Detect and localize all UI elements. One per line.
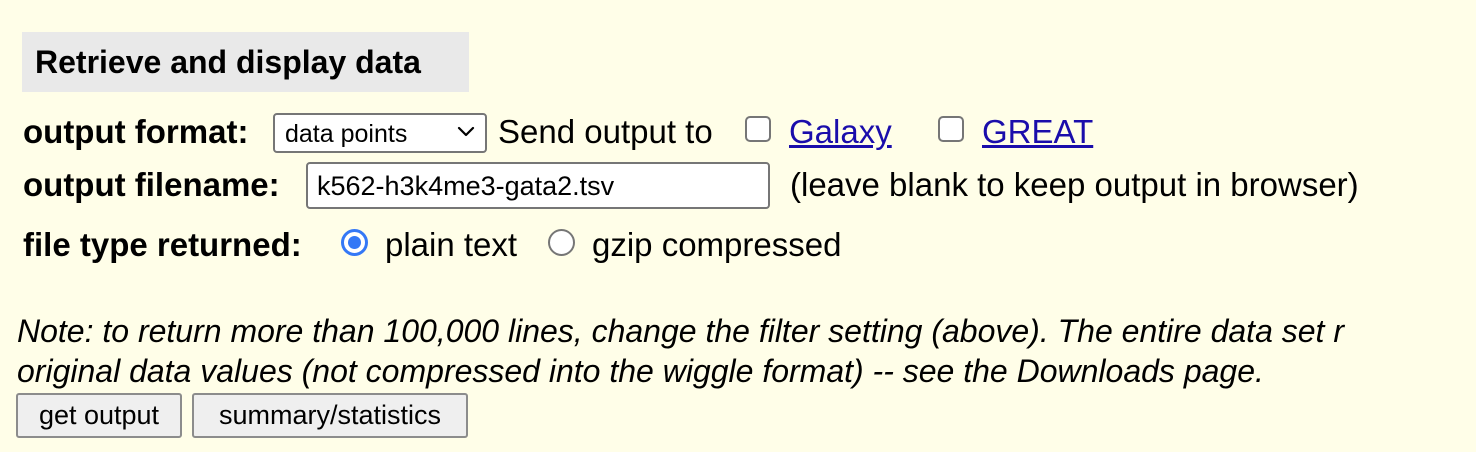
summary-statistics-button[interactable]: summary/statistics xyxy=(192,393,468,438)
great-link[interactable]: GREAT xyxy=(982,113,1093,151)
output-filename-input[interactable]: k562-h3k4me3-gata2.tsv xyxy=(306,162,770,209)
chevron-down-icon xyxy=(457,126,475,137)
plain-text-radio[interactable] xyxy=(341,229,368,256)
output-filename-label: output filename: xyxy=(23,166,280,203)
note-line-1: Note: to return more than 100,000 lines,… xyxy=(17,313,1344,349)
great-checkbox[interactable] xyxy=(938,116,964,142)
galaxy-checkbox[interactable] xyxy=(745,116,771,142)
output-filename-hint: (leave blank to keep output in browser) xyxy=(790,166,1359,203)
get-output-button[interactable]: get output xyxy=(16,393,182,438)
section-title: Retrieve and display data xyxy=(22,32,469,92)
plain-text-label[interactable]: plain text xyxy=(385,226,517,264)
note-line-2: original data values (not compressed int… xyxy=(17,353,1264,389)
output-format-select[interactable]: data points xyxy=(273,113,487,153)
file-type-label: file type returned: xyxy=(23,226,302,263)
gzip-compressed-radio[interactable] xyxy=(548,229,575,256)
gzip-compressed-label[interactable]: gzip compressed xyxy=(592,226,841,264)
output-format-selected: data points xyxy=(285,120,408,148)
output-format-label: output format: xyxy=(23,113,249,150)
send-output-label: Send output to xyxy=(498,113,713,150)
galaxy-link[interactable]: Galaxy xyxy=(789,113,892,151)
